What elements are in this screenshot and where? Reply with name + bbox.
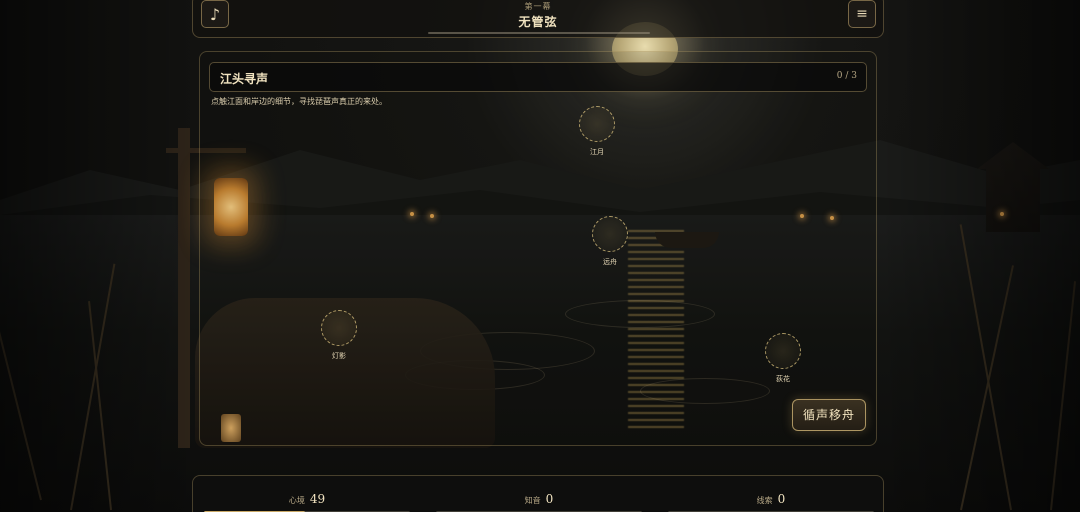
hotspot-ring (765, 333, 801, 369)
hotspot-label: 远舟 (603, 258, 617, 266)
stats-bar: 心境 49 知音 0 线索 0 (192, 475, 884, 512)
stat-clues: 线索 0 (668, 488, 874, 512)
vignette-right (880, 0, 1080, 512)
hamburger-icon: ≡ (856, 6, 868, 22)
hotspot-label: 灯影 (332, 352, 346, 360)
task-description: 点触江面和岸边的细节，寻找琵琶声真正的来处。 (211, 97, 387, 106)
task-progress-count: 0 / 3 (836, 71, 857, 81)
act-progress-bar (428, 32, 650, 34)
hotspot-reed-flower[interactable]: 荻花 (743, 333, 823, 393)
stat-label: 线索 (756, 496, 773, 505)
hotspot-lamp-shadow[interactable]: 灯影 (299, 310, 379, 370)
stat-line: 线索 0 (668, 488, 874, 507)
stat-line: 知音 0 (436, 488, 642, 507)
stat-line: 心境 49 (204, 488, 410, 507)
hotspot-river-moon[interactable]: 江月 (557, 106, 637, 166)
hotspot-ring (579, 106, 615, 142)
hotspot-label: 荻花 (776, 375, 790, 383)
stat-value: 0 (545, 492, 554, 506)
hotspot-ring (321, 310, 357, 346)
follow-sound-button[interactable]: 循声移舟 (792, 399, 866, 431)
stat-kindred: 知音 0 (436, 488, 642, 512)
stat-label: 知音 (524, 496, 541, 505)
vignette-left (0, 0, 200, 512)
menu-button[interactable]: ≡ (848, 0, 876, 28)
stat-label: 心境 (288, 496, 305, 505)
stat-value: 49 (309, 492, 326, 506)
task-title: 江头寻声 (220, 72, 269, 86)
hotspot-ring (592, 216, 628, 252)
stat-mood: 心境 49 (204, 488, 410, 512)
top-bar: ♪ 第一幕 无管弦 ≡ (192, 0, 884, 38)
hotspot-label: 江月 (590, 148, 604, 156)
act-title: 无管弦 (518, 15, 558, 29)
game-stage: ♪ 第一幕 无管弦 ≡ 江头寻声 0 / 3 点触江面和岸边的细节，寻找琵琶声真… (0, 0, 1080, 512)
act-label: 第一幕 (524, 2, 552, 11)
task-header: 江头寻声 0 / 3 (209, 62, 867, 92)
stat-value: 0 (777, 492, 786, 506)
hotspot-distant-boat[interactable]: 远舟 (570, 216, 650, 276)
